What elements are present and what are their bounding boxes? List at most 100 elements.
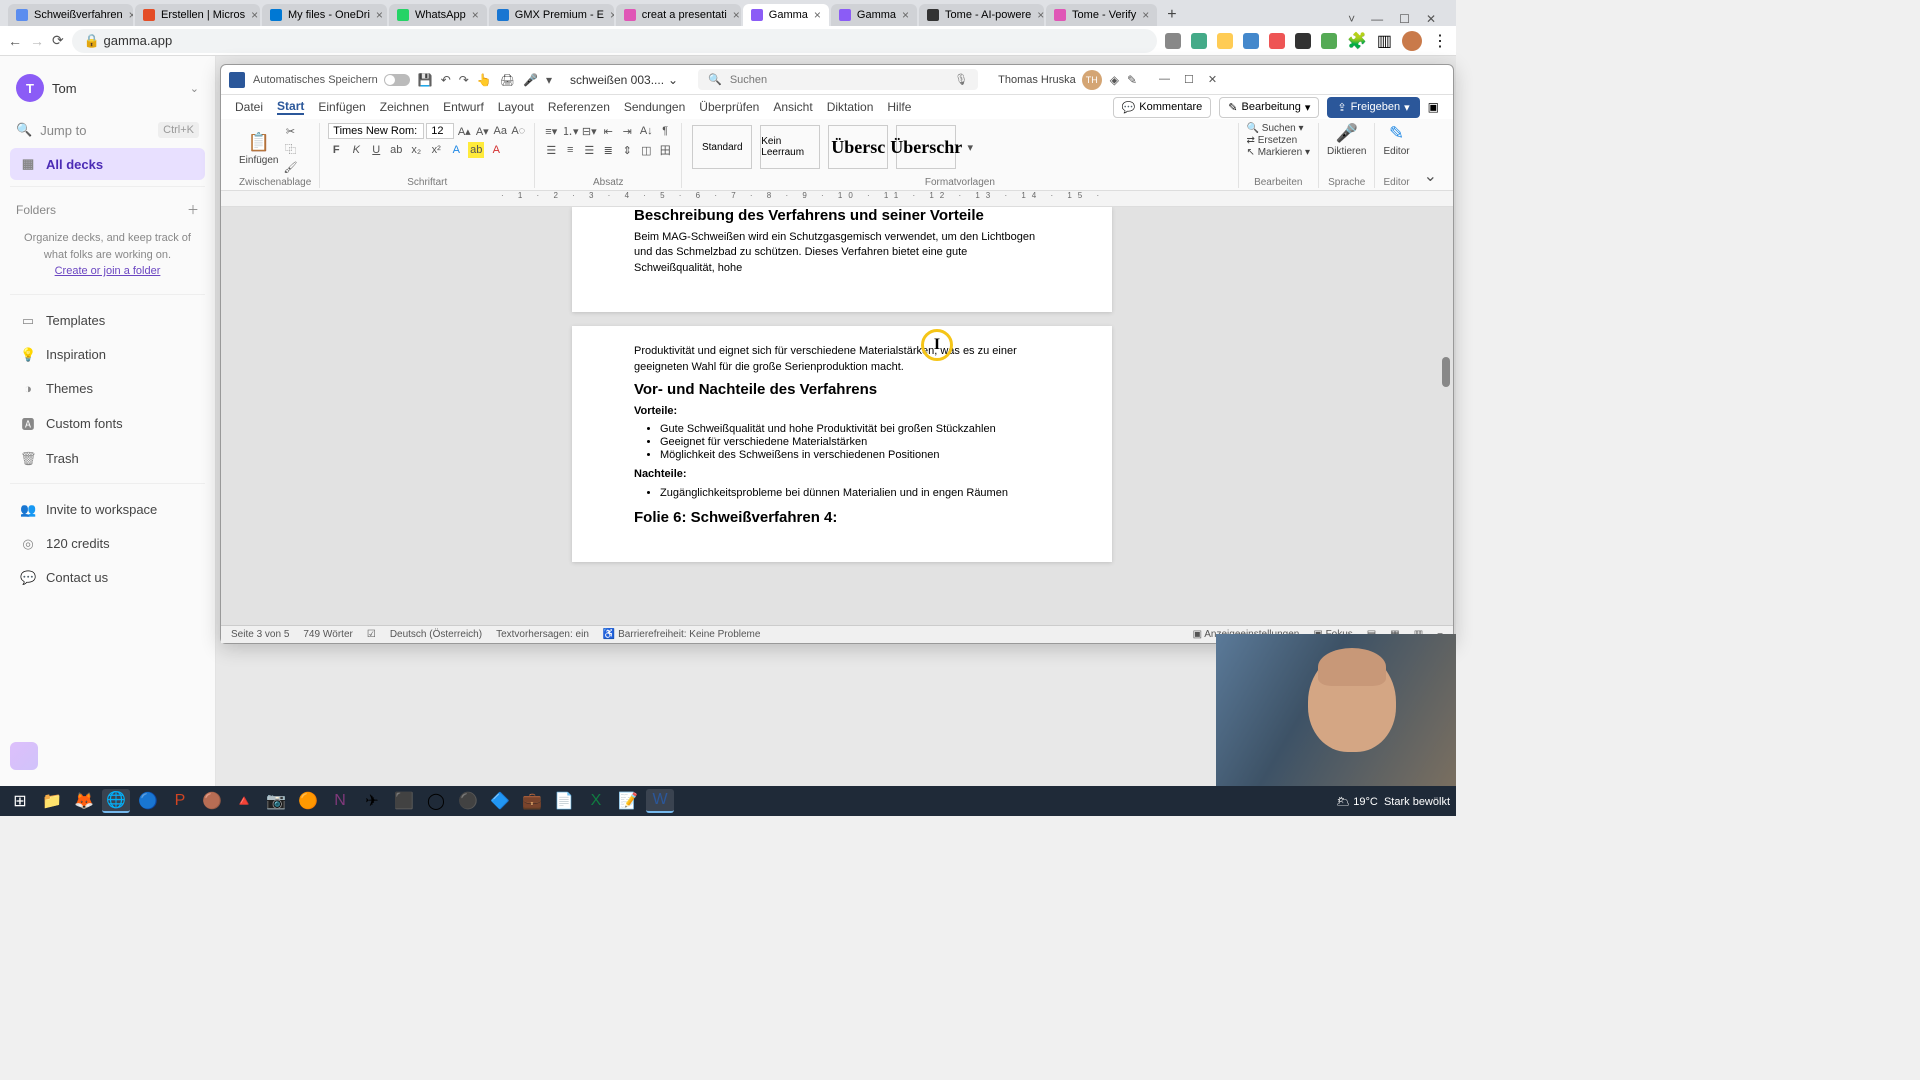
word-icon[interactable]: W	[646, 789, 674, 813]
extension-icon[interactable]	[1269, 33, 1285, 49]
file-explorer-icon[interactable]: 📁	[38, 789, 66, 813]
multilevel-icon[interactable]: ⊟▾	[581, 123, 597, 139]
workspace-switcher[interactable]: T Tom ⌄	[10, 68, 205, 108]
word-user[interactable]: Thomas Hruska TH	[998, 70, 1102, 90]
select-button[interactable]: ↖ Markieren ▾	[1247, 147, 1310, 158]
browser-tab[interactable]: Tome - AI-powere×	[919, 4, 1044, 26]
start-button[interactable]: ⊞	[6, 789, 34, 813]
font-name-select[interactable]	[328, 123, 424, 139]
strike-icon[interactable]: ab	[388, 142, 404, 158]
scrollbar-thumb[interactable]	[1442, 357, 1450, 387]
sidebar-item-templates[interactable]: ▭Templates	[10, 305, 205, 337]
present-icon[interactable]: ▣	[1428, 100, 1439, 114]
tab-start[interactable]: Start	[277, 99, 304, 115]
browser-tab[interactable]: Schweißverfahren×	[8, 4, 133, 26]
close-icon[interactable]: ×	[902, 8, 909, 22]
browser-tab[interactable]: creat a presentati×	[616, 4, 741, 26]
close-icon[interactable]: ×	[129, 8, 133, 22]
styles-more-icon[interactable]: ▾	[962, 139, 978, 155]
redo-icon[interactable]: ↷	[459, 73, 469, 87]
reload-icon[interactable]: ⟳	[52, 32, 64, 49]
numbering-icon[interactable]: ⒈▾	[562, 123, 578, 139]
bold-icon[interactable]: F	[328, 142, 344, 158]
document-area[interactable]: Beschreibung des Verfahrens und seiner V…	[221, 207, 1453, 627]
style-heading2[interactable]: Überschr	[896, 125, 956, 169]
bullets-icon[interactable]: ≡▾	[543, 123, 559, 139]
mic-icon[interactable]: 🎤	[523, 73, 538, 87]
subscript-icon[interactable]: x₂	[408, 142, 424, 158]
close-icon[interactable]: ×	[376, 8, 383, 22]
pen-icon[interactable]: ✎	[1127, 73, 1137, 87]
align-center-icon[interactable]: ≡	[562, 142, 578, 158]
forward-icon[interactable]: →	[30, 33, 44, 49]
document-page[interactable]: Beschreibung des Verfahrens und seiner V…	[572, 207, 1112, 312]
close-icon[interactable]: ×	[1037, 8, 1044, 22]
undo-icon[interactable]: ↶	[441, 73, 451, 87]
replace-button[interactable]: ⇄ Ersetzen	[1247, 135, 1310, 146]
italic-icon[interactable]: K	[348, 142, 364, 158]
tab-diktation[interactable]: Diktation	[827, 100, 874, 114]
show-marks-icon[interactable]: ¶	[657, 123, 673, 139]
sidepanel-icon[interactable]: ▥	[1377, 31, 1392, 51]
align-left-icon[interactable]: ☰	[543, 142, 559, 158]
minimize-icon[interactable]: —	[1371, 12, 1383, 26]
close-icon[interactable]: ×	[733, 8, 740, 22]
onenote-icon[interactable]: N	[326, 789, 354, 813]
browser-tab[interactable]: Gamma×	[831, 4, 917, 26]
extension-icon[interactable]	[1165, 33, 1181, 49]
tab-referenzen[interactable]: Referenzen	[548, 100, 610, 114]
font-size-select[interactable]	[426, 123, 454, 139]
quick-print-icon[interactable]: 🖨	[500, 73, 515, 87]
style-heading1[interactable]: Übersc	[828, 125, 888, 169]
sidebar-item-credits[interactable]: ◎120 credits	[10, 528, 205, 560]
browser-tab[interactable]: WhatsApp×	[389, 4, 487, 26]
profile-avatar[interactable]	[1402, 31, 1422, 51]
line-spacing-icon[interactable]: ⇕	[619, 142, 635, 158]
language-indicator[interactable]: Deutsch (Österreich)	[390, 629, 482, 640]
app-icon[interactable]: ⬛	[390, 789, 418, 813]
sidebar-item-all-decks[interactable]: ▦ All decks	[10, 148, 205, 180]
touch-mode-icon[interactable]: 👆	[477, 73, 492, 87]
sidebar-item-invite[interactable]: 👥Invite to workspace	[10, 494, 205, 526]
font-color-icon[interactable]: A	[488, 142, 504, 158]
sort-icon[interactable]: A↓	[638, 123, 654, 139]
align-right-icon[interactable]: ☰	[581, 142, 597, 158]
edge-icon[interactable]: 🔵	[134, 789, 162, 813]
indent-icon[interactable]: ⇥	[619, 123, 635, 139]
word-count[interactable]: 749 Wörter	[303, 629, 352, 640]
tab-hilfe[interactable]: Hilfe	[887, 100, 911, 114]
extensions-menu-icon[interactable]: 🧩	[1347, 31, 1367, 51]
superscript-icon[interactable]: x²	[428, 142, 444, 158]
accessibility-indicator[interactable]: ♿ Barrierefreiheit: Keine Probleme	[603, 629, 761, 640]
close-icon[interactable]: ×	[251, 8, 258, 22]
horizontal-ruler[interactable]: · 1 · 2 · 3 · 4 · 5 · 6 · 7 · 8 · 9 · 10…	[221, 191, 1453, 207]
highlight-icon[interactable]: ab	[468, 142, 484, 158]
tab-ansicht[interactable]: Ansicht	[773, 100, 812, 114]
paste-button[interactable]: 📋Einfügen	[239, 132, 278, 166]
browser-tab-active[interactable]: Gamma×	[743, 4, 829, 26]
sidebar-item-trash[interactable]: 🗑Trash	[10, 443, 205, 475]
page-indicator[interactable]: Seite 3 von 5	[231, 629, 289, 640]
align-justify-icon[interactable]: ≣	[600, 142, 616, 158]
qat-more-icon[interactable]: ▾	[546, 73, 552, 87]
diamond-icon[interactable]: ◈	[1110, 73, 1119, 87]
collapse-ribbon-icon[interactable]: ⌄	[1418, 164, 1443, 188]
editor-button[interactable]: ✎Editor	[1383, 123, 1409, 157]
maximize-icon[interactable]: ☐	[1399, 12, 1410, 26]
borders-icon[interactable]: 田	[657, 142, 673, 158]
vertical-scrollbar[interactable]	[1441, 207, 1451, 627]
underline-icon[interactable]: U	[368, 142, 384, 158]
menu-icon[interactable]: ⋮	[1432, 31, 1448, 51]
predictions-indicator[interactable]: Textvorhersagen: ein	[496, 629, 589, 640]
url-input[interactable]: 🔒 gamma.app	[72, 29, 1157, 53]
chevron-down-icon[interactable]: ˅	[1348, 12, 1355, 26]
app-icon[interactable]: ◯	[422, 789, 450, 813]
excel-icon[interactable]: X	[582, 789, 610, 813]
vlc-icon[interactable]: 🔺	[230, 789, 258, 813]
autosave-toggle[interactable]: Automatisches Speichern	[253, 74, 410, 86]
cut-icon[interactable]: ✂	[282, 123, 298, 139]
format-painter-icon[interactable]: 🖌	[282, 159, 298, 175]
minimize-icon[interactable]: —	[1159, 73, 1170, 86]
dictate-button[interactable]: 🎤Diktieren	[1327, 123, 1366, 157]
comments-button[interactable]: 💬Kommentare	[1113, 97, 1212, 118]
